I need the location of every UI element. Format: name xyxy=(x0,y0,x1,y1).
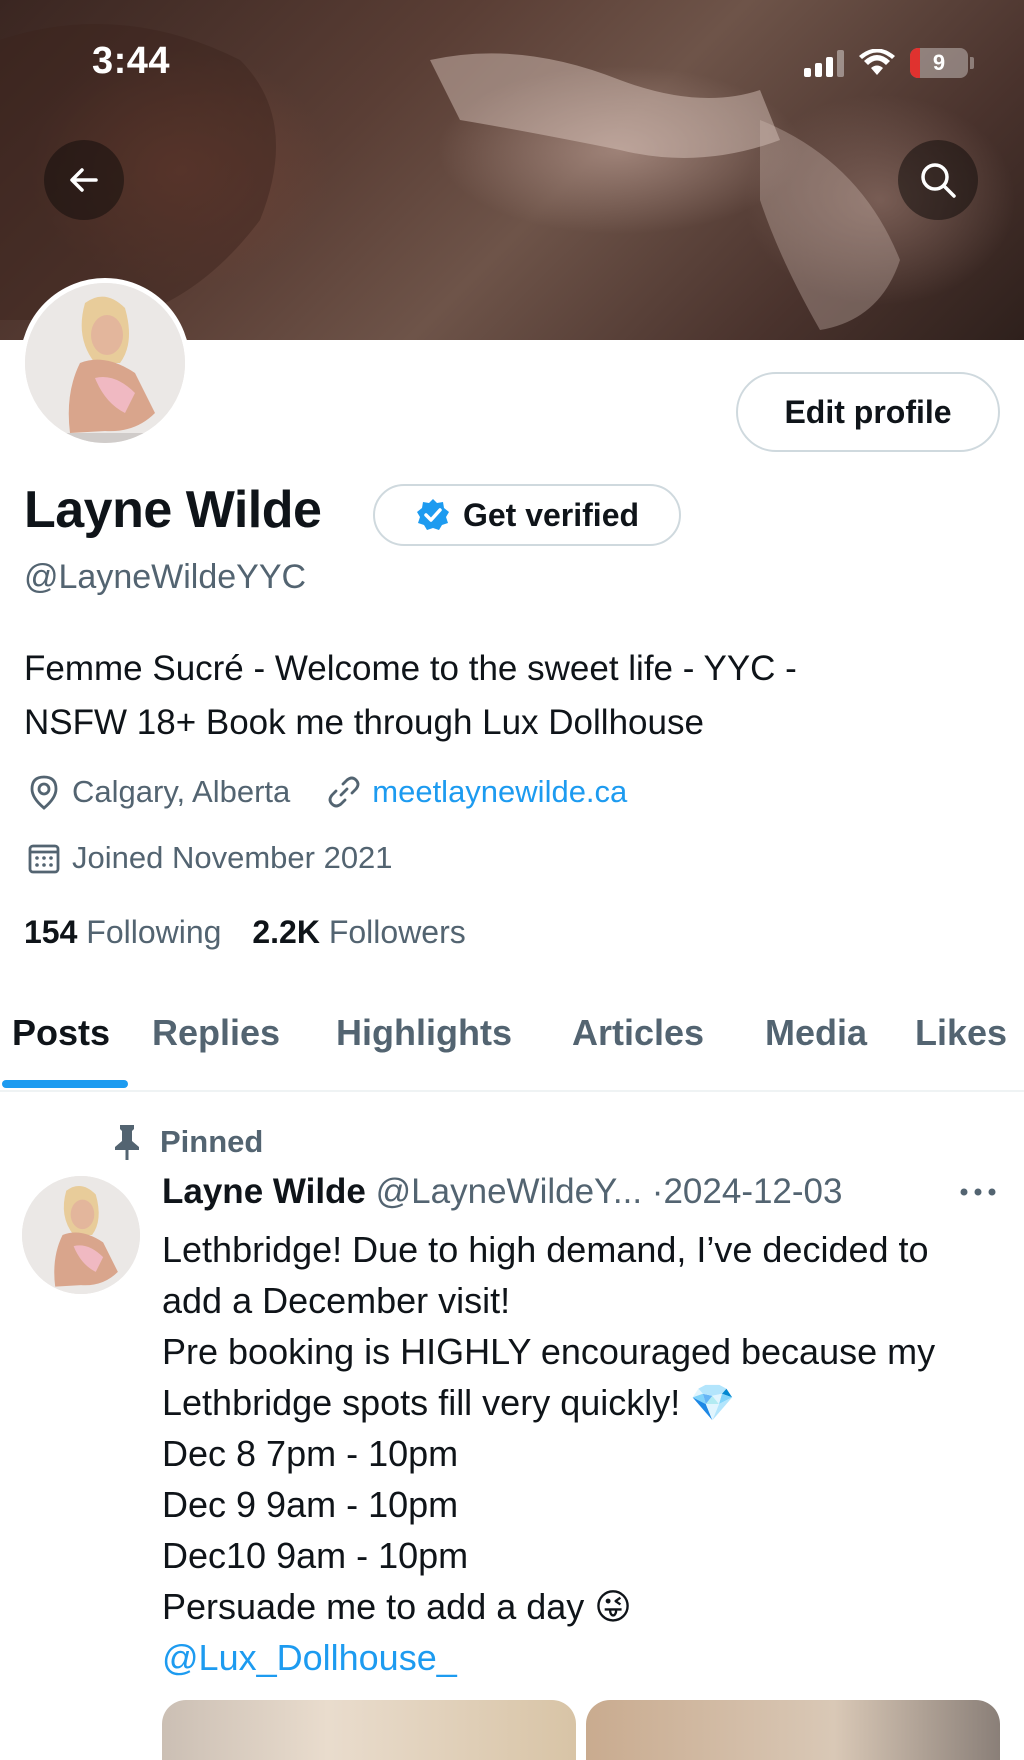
profile-bio: Femme Sucré - Welcome to the sweet life … xyxy=(24,642,984,750)
tab-likes[interactable]: Likes xyxy=(915,1012,1007,1054)
post-text: Lethbridge! Due to high demand, I’ve dec… xyxy=(162,1224,1012,1683)
search-button[interactable] xyxy=(898,140,978,220)
pin-icon xyxy=(110,1122,144,1162)
profile-website-link[interactable]: meetlaynewilde.ca xyxy=(372,774,627,810)
following-label: Following xyxy=(86,914,222,950)
post-author-name[interactable]: Layne Wilde xyxy=(162,1172,366,1211)
more-options-icon[interactable] xyxy=(956,1182,1000,1202)
bio-line: NSFW 18+ Book me through Lux Dollhouse xyxy=(24,703,704,742)
post-author-handle[interactable]: @LayneWildeY... xyxy=(376,1172,642,1211)
post-line: Dec 9 9am - 10pm xyxy=(162,1484,459,1525)
post-mention-link[interactable]: @Lux_Dollhouse_ xyxy=(162,1632,1012,1683)
profile-name: Layne Wilde xyxy=(24,481,322,539)
following-count: 154 xyxy=(24,914,78,950)
bio-line: Femme Sucré - Welcome to the sweet life … xyxy=(24,649,797,688)
post-line: add a December visit! xyxy=(162,1280,511,1321)
tab-media[interactable]: Media xyxy=(765,1012,867,1054)
back-button[interactable] xyxy=(44,140,124,220)
profile-meta-location-website: Calgary, Alberta meetlaynewilde.ca xyxy=(24,772,627,812)
battery-level-text: 9 xyxy=(932,50,946,75)
post-separator: · xyxy=(651,1172,664,1211)
profile-location: Calgary, Alberta xyxy=(72,774,291,809)
profile-avatar[interactable] xyxy=(20,278,190,448)
profile-handle: @LayneWildeYYC xyxy=(24,558,307,596)
get-verified-button[interactable]: Get verified xyxy=(373,484,681,546)
profile-joined-date: Joined November 2021 xyxy=(72,840,393,875)
location-pin-icon xyxy=(24,772,64,812)
following-link[interactable]: 154 Following xyxy=(24,914,221,950)
tab-posts[interactable]: Posts xyxy=(12,1012,110,1054)
post-media-image[interactable] xyxy=(162,1700,576,1760)
search-icon xyxy=(921,163,956,198)
post-line: Lethbridge! Due to high demand, I’ve dec… xyxy=(162,1229,929,1270)
followers-count: 2.2K xyxy=(252,914,320,950)
post-line: Pre booking is HIGHLY encouraged because… xyxy=(162,1331,936,1372)
post-header: Layne Wilde @LayneWildeY... ·2024-12-03 xyxy=(162,1172,843,1212)
pinned-indicator: Pinned xyxy=(110,1122,263,1162)
pinned-label: Pinned xyxy=(160,1124,264,1159)
post-line: Dec10 9am - 10pm xyxy=(162,1535,469,1576)
post-date[interactable]: 2024-12-03 xyxy=(663,1172,842,1211)
follow-counts: 154 Following 2.2K Followers xyxy=(24,914,466,951)
tab-highlights[interactable]: Highlights xyxy=(336,1012,512,1054)
post-media-row xyxy=(162,1700,1000,1760)
followers-link[interactable]: 2.2K Followers xyxy=(252,914,465,950)
tab-replies[interactable]: Replies xyxy=(152,1012,280,1054)
post-line: Lethbridge spots fill very quickly! 💎 xyxy=(162,1382,736,1423)
status-time: 3:44 xyxy=(92,40,171,82)
signal-icon xyxy=(804,49,844,77)
battery-tip xyxy=(970,57,974,69)
post-media-image[interactable] xyxy=(586,1700,1000,1760)
get-verified-label: Get verified xyxy=(462,496,640,533)
post-author-avatar[interactable] xyxy=(22,1176,140,1294)
avatar-photo xyxy=(25,283,185,443)
battery-icon: 9 xyxy=(910,48,968,78)
wifi-icon xyxy=(859,49,895,75)
post-line: Dec 8 7pm - 10pm xyxy=(162,1433,459,1474)
verified-badge-icon xyxy=(416,499,449,530)
arrow-left-icon xyxy=(70,168,98,192)
tab-articles[interactable]: Articles xyxy=(572,1012,704,1054)
status-icons: 9 xyxy=(804,48,974,78)
link-icon xyxy=(324,772,364,812)
post-line: Persuade me to add a day 😜 xyxy=(162,1586,632,1627)
post-avatar-photo xyxy=(22,1176,140,1294)
followers-label: Followers xyxy=(328,914,466,950)
profile-banner[interactable]: 3:44 9 xyxy=(0,0,1024,340)
edit-profile-button[interactable]: Edit profile xyxy=(736,372,1000,452)
battery-level xyxy=(910,48,920,78)
active-tab-indicator xyxy=(2,1080,128,1088)
profile-tabs: Posts Replies Highlights Articles Media … xyxy=(0,1000,1024,1092)
calendar-icon xyxy=(24,838,64,878)
profile-meta-joined: Joined November 2021 xyxy=(24,838,393,878)
